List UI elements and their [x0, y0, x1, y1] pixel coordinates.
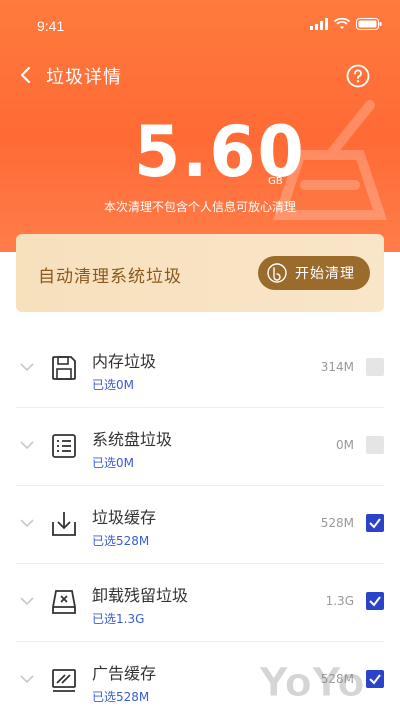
- item-title: 卸载残留垃圾: [92, 586, 189, 605]
- page-title: 垃圾详情: [46, 67, 122, 88]
- chevron-down-icon[interactable]: [20, 596, 34, 606]
- item-selected: 已选0M: [92, 456, 134, 470]
- privacy-note: 本次清理不包含个人信息可放心清理: [103, 200, 296, 214]
- item-size: 528M: [320, 516, 354, 530]
- item-checkbox-checked[interactable]: [366, 514, 384, 532]
- watermark-logo: YoYo: [258, 660, 366, 707]
- item-selected: 已选528M: [92, 690, 150, 704]
- chevron-down-icon[interactable]: [20, 440, 34, 450]
- help-icon[interactable]: [346, 64, 370, 88]
- item-selected: 已选528M: [92, 534, 150, 548]
- nav-bar: 垃圾详情: [0, 58, 400, 94]
- floppy-disk-icon: [52, 356, 76, 380]
- junk-size-summary: 5.60 GB: [0, 116, 400, 196]
- start-clean-button[interactable]: 开始清理: [258, 256, 370, 290]
- chevron-down-icon[interactable]: [20, 674, 34, 684]
- status-time: 9:41: [37, 18, 65, 34]
- list-item: 卸载残留垃圾 已选1.3G 1.3G: [16, 564, 384, 642]
- start-clean-label: 开始清理: [295, 266, 355, 282]
- ad-chart-icon: [52, 669, 76, 692]
- watermark-text: YoYo: [258, 660, 365, 706]
- item-size: 0M: [336, 438, 354, 452]
- back-arrow-icon[interactable]: [16, 63, 36, 87]
- chevron-down-icon[interactable]: [20, 362, 34, 372]
- status-icons: [310, 18, 382, 30]
- item-selected: 已选1.3G: [92, 612, 145, 626]
- list-icon: [52, 434, 76, 458]
- auto-clean-text: 自动清理系统垃圾: [38, 267, 182, 287]
- item-size: 314M: [320, 360, 354, 374]
- signal-icon: [310, 18, 328, 30]
- item-selected: 已选0M: [92, 378, 134, 392]
- download-tray-icon: [52, 512, 76, 536]
- status-bar: 9:41: [0, 0, 400, 44]
- list-item: 系统盘垃圾 已选0M 0M: [16, 408, 384, 486]
- list-item: 垃圾缓存 已选528M 528M: [16, 486, 384, 564]
- item-title: 广告缓存: [92, 664, 157, 683]
- junk-list: 内存垃圾 已选0M 314M 系统盘垃圾 已选0M 0M 垃圾缓存 已选528M…: [0, 330, 400, 710]
- item-size: 1.3G: [325, 594, 354, 608]
- uninstall-box-icon: [52, 590, 76, 614]
- item-title: 系统盘垃圾: [92, 430, 173, 449]
- item-checkbox-checked[interactable]: [366, 592, 384, 610]
- battery-icon: [356, 18, 382, 30]
- auto-clean-card: 自动清理系统垃圾 开始清理: [16, 234, 384, 312]
- list-item: 内存垃圾 已选0M 314M: [16, 330, 384, 408]
- item-checkbox[interactable]: [366, 436, 384, 454]
- wifi-icon: [334, 18, 350, 29]
- item-title: 垃圾缓存: [92, 508, 157, 527]
- junk-size-unit: GB: [268, 176, 283, 187]
- item-checkbox[interactable]: [366, 358, 384, 376]
- item-title: 内存垃圾: [92, 352, 157, 371]
- broom-icon: [267, 263, 287, 283]
- chevron-down-icon[interactable]: [20, 518, 34, 528]
